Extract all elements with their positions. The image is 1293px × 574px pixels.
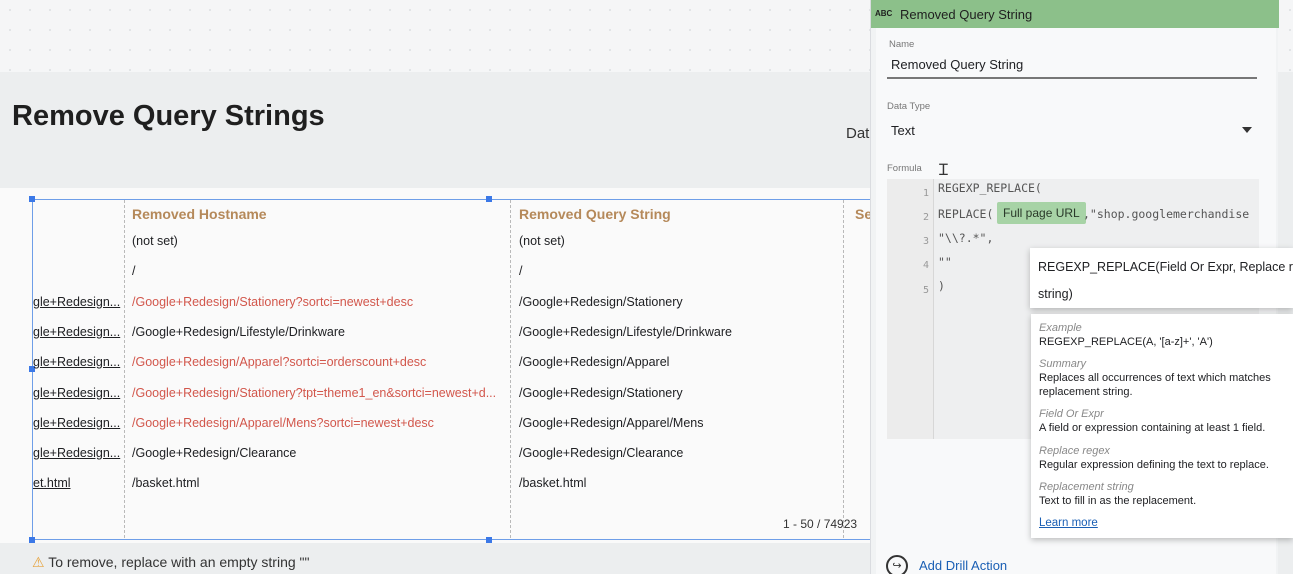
replace-regex-value: Regular expression defining the text to … (1039, 459, 1269, 471)
summary-value: replacement string. (1039, 386, 1133, 398)
drill-action-icon: ↪ (886, 555, 908, 574)
hostname-cell: / (132, 264, 136, 278)
line-number: 3 (923, 236, 930, 247)
line-number: 2 (923, 212, 930, 223)
line-number: 4 (923, 260, 930, 271)
field-chip-full-page-url[interactable]: Full page URL (997, 202, 1086, 224)
pagination: 1 - 50 / 74923 (783, 517, 858, 531)
page-path-link[interactable]: gle+Redesign... (33, 325, 121, 339)
hostname-cell: (not set) (132, 234, 178, 248)
warning-icon: ⚠ (32, 554, 45, 570)
replace-regex-label: Replace regex (1039, 445, 1110, 457)
warning-text: To remove, replace with an empty string … (48, 554, 310, 570)
formula-line[interactable]: REPLACE( (938, 207, 993, 221)
signature-line: REGEXP_REPLACE(Field Or Expr, Replace re (1038, 260, 1293, 274)
page-path-link[interactable]: gle+Redesign... (33, 295, 121, 309)
panel-title: Removed Query String (900, 7, 1033, 22)
text-cursor-icon: Ɪ (939, 162, 948, 179)
field-or-expr-label: Field Or Expr (1039, 408, 1104, 420)
formula-line-continued[interactable]: ,"shop.googlemerchandise (1083, 207, 1249, 221)
column-header-hostname[interactable]: Removed Hostname (132, 206, 267, 222)
resize-handle[interactable] (486, 537, 492, 543)
page-path-link[interactable]: gle+Redesign... (33, 386, 121, 400)
query-string-cell: / (519, 264, 523, 278)
resize-handle[interactable] (486, 196, 492, 202)
name-field[interactable]: Removed Query String (891, 57, 1023, 72)
resize-handle[interactable] (29, 537, 35, 543)
example-value: REGEXP_REPLACE(A, '[a-z]+', 'A') (1039, 336, 1213, 348)
name-field-underline (887, 77, 1257, 79)
data-type-label: Data Type (887, 101, 931, 112)
summary-label: Summary (1039, 358, 1087, 370)
hostname-cell: /Google+Redesign/Apparel?sortci=ordersco… (132, 355, 427, 369)
query-string-cell: /Google+Redesign/Stationery (519, 386, 683, 400)
hostname-cell: /Google+Redesign/Apparel/Mens?sortci=new… (132, 416, 434, 430)
field-or-expr-value: A field or expression containing at leas… (1039, 422, 1266, 434)
panel-header: ABC Removed Query String (871, 0, 1279, 28)
summary-value: Replaces all occurrences of text which m… (1039, 372, 1271, 384)
formula-line[interactable]: "\\?.*", (938, 231, 993, 245)
formula-line[interactable]: "" (938, 255, 952, 269)
warning-note: ⚠ To remove, replace with an empty strin… (32, 554, 309, 571)
formula-line[interactable]: ) (938, 279, 945, 293)
function-signature-tooltip: REGEXP_REPLACE(Field Or Expr, Replace re… (1030, 248, 1293, 308)
line-number: 5 (923, 285, 930, 296)
formula-label: Formula (887, 163, 922, 174)
query-string-cell: /basket.html (519, 476, 587, 490)
page-path-link[interactable]: et.html (33, 476, 121, 490)
example-label: Example (1039, 322, 1082, 334)
hostname-cell: /Google+Redesign/Stationery?tpt=theme1_e… (132, 386, 497, 400)
page-path-link[interactable]: gle+Redesign... (33, 446, 121, 460)
resize-handle[interactable] (29, 196, 35, 202)
hostname-cell: /Google+Redesign/Stationery?sortci=newes… (132, 295, 414, 309)
hostname-cell: /Google+Redesign/Clearance (132, 446, 297, 460)
chevron-down-icon[interactable] (1242, 127, 1252, 133)
page-title: Remove Query Strings (12, 100, 325, 132)
query-string-cell: (not set) (519, 234, 565, 248)
learn-more-link[interactable]: Learn more (1039, 517, 1098, 529)
formula-line[interactable]: REGEXP_REPLACE( (938, 181, 1042, 195)
query-string-cell: /Google+Redesign/Clearance (519, 446, 684, 460)
signature-line: string) (1038, 287, 1073, 301)
name-label: Name (889, 39, 915, 50)
data-type-select[interactable]: Text (891, 123, 915, 138)
column-header-query-string[interactable]: Removed Query String (519, 206, 671, 222)
hostname-cell: /basket.html (132, 476, 200, 490)
page-path-link[interactable]: gle+Redesign... (33, 355, 121, 369)
function-help-tooltip: Example REGEXP_REPLACE(A, '[a-z]+', 'A')… (1031, 314, 1293, 538)
query-string-cell: /Google+Redesign/Lifestyle/Drinkware (519, 325, 732, 339)
add-drill-action-label: Add Drill Action (919, 558, 1008, 573)
query-string-cell: /Google+Redesign/Apparel/Mens (519, 416, 704, 430)
replacement-string-value: Text to fill in as the replacement. (1039, 495, 1197, 507)
query-string-cell: /Google+Redesign/Stationery (519, 295, 683, 309)
text-type-icon: ABC (875, 9, 893, 18)
hostname-cell: /Google+Redesign/Lifestyle/Drinkware (132, 325, 345, 339)
line-number: 1 (923, 188, 930, 199)
replacement-string-label: Replacement string (1039, 481, 1134, 493)
page-path-link[interactable]: gle+Redesign... (33, 416, 121, 430)
query-string-cell: /Google+Redesign/Apparel (519, 355, 670, 369)
